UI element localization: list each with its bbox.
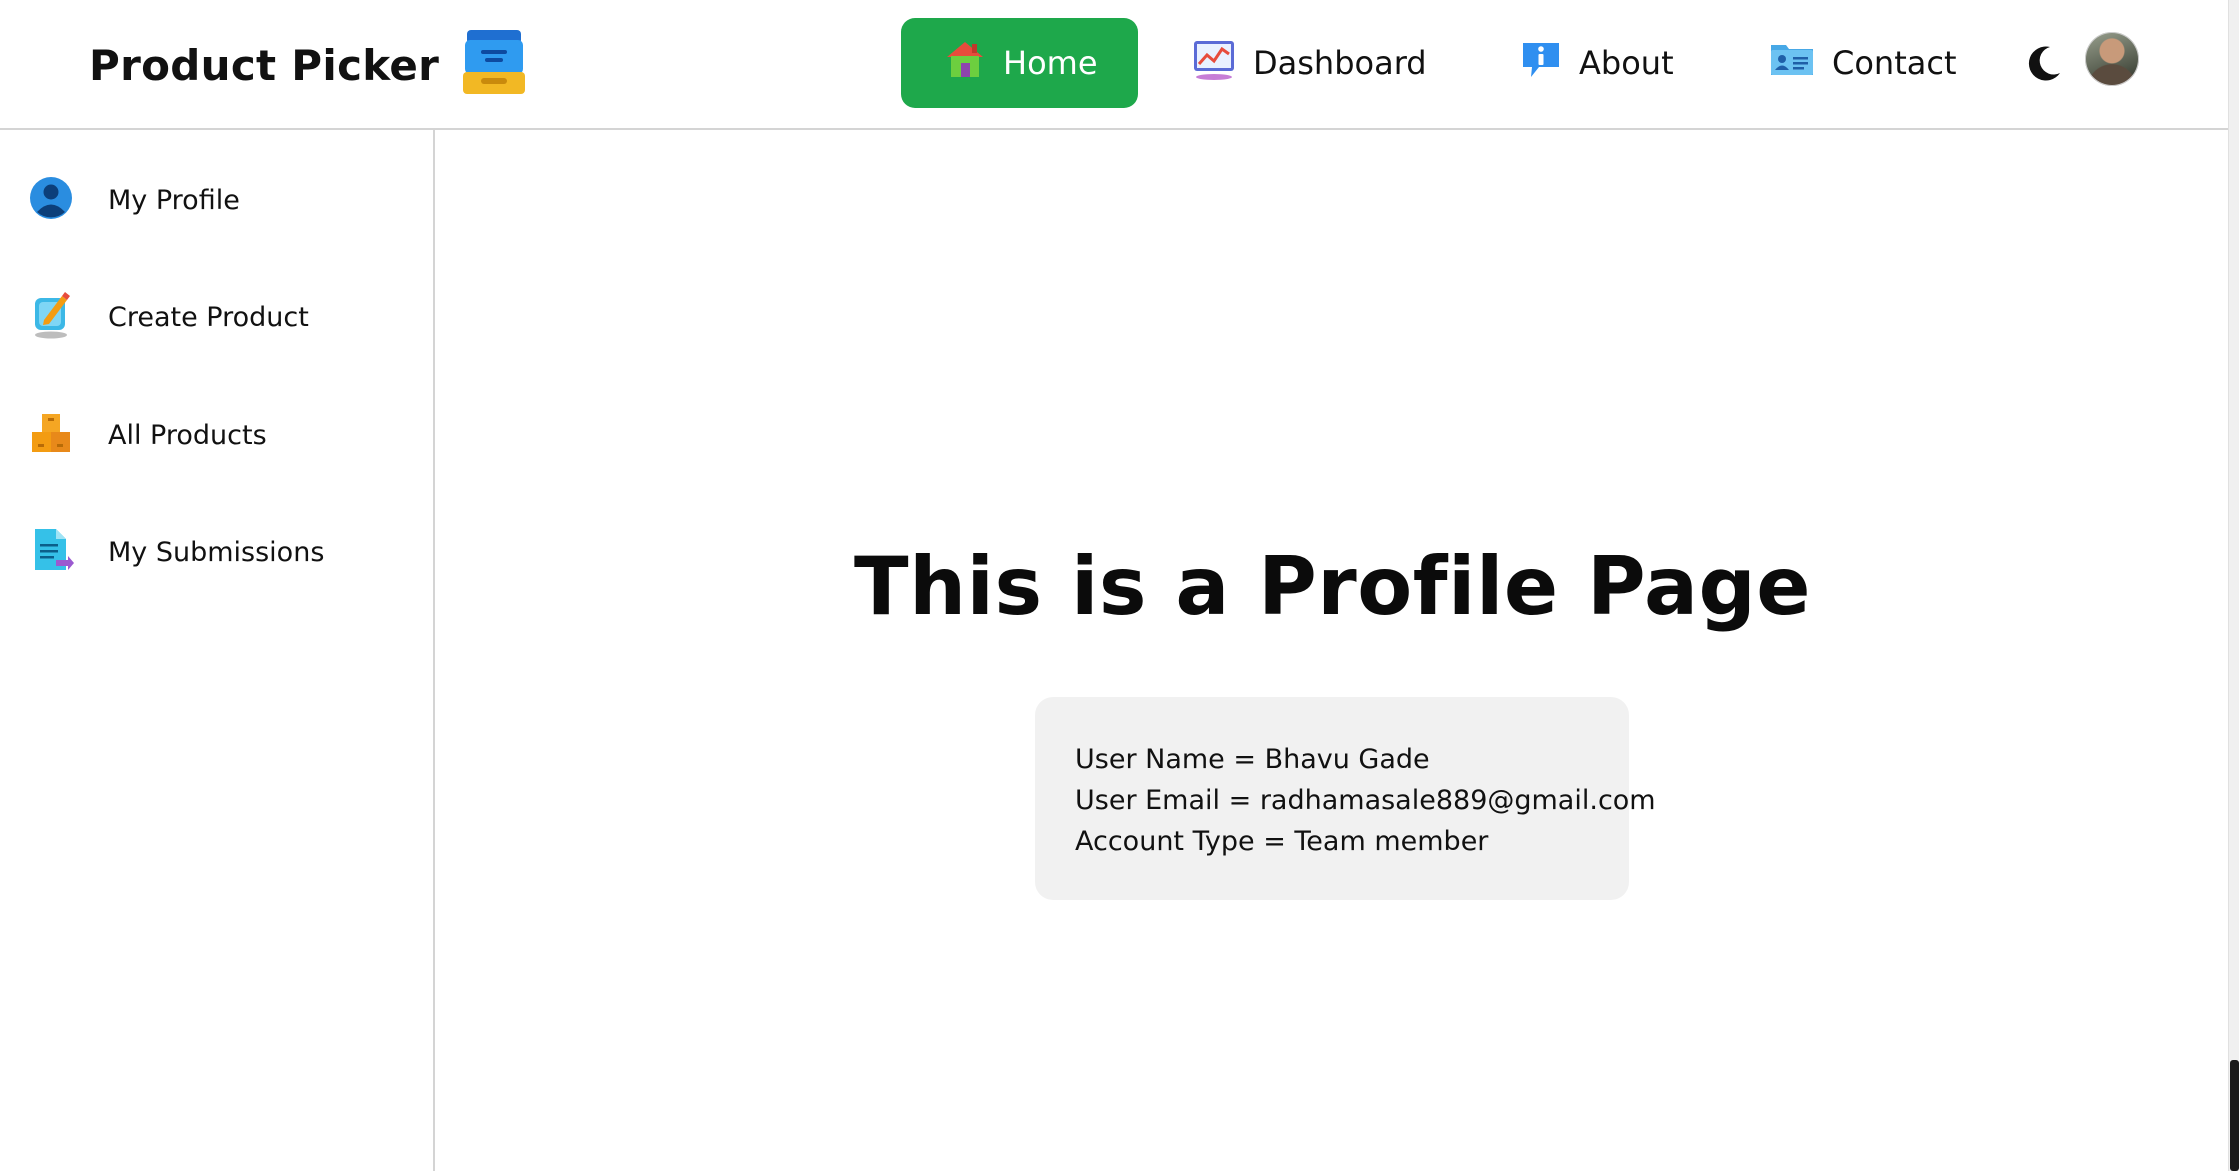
sidebar-item-my-profile[interactable]: My Profile [28, 170, 418, 230]
nav-contact-label: Contact [1832, 44, 1957, 82]
sidebar-item-label: My Submissions [108, 536, 325, 568]
top-navbar: Product Picker Home Dashboard About Cont… [0, 0, 2228, 130]
nav-contact[interactable]: Contact [1768, 18, 1957, 108]
brand-title: Product Picker [89, 40, 440, 90]
document-icon [28, 526, 74, 578]
user-name-text: User Name = Bhavu Gade [1075, 744, 1430, 775]
scrollbar-thumb[interactable] [2230, 1060, 2239, 1171]
user-icon [28, 175, 74, 225]
sidebar-item-label: All Products [108, 419, 267, 451]
page-title: This is a Profile Page [854, 540, 1811, 633]
nav-dashboard[interactable]: Dashboard [1191, 18, 1427, 108]
nav-dashboard-label: Dashboard [1253, 44, 1427, 82]
vertical-scrollbar[interactable] [2228, 0, 2239, 1171]
nav-about-label: About [1579, 44, 1674, 82]
moon-icon[interactable] [2024, 43, 2064, 83]
house-icon [943, 37, 987, 89]
sidebar-item-label: Create Product [108, 301, 309, 333]
sidebar-item-create-product[interactable]: Create Product [28, 287, 418, 347]
brand[interactable]: Product Picker [89, 30, 527, 100]
chart-icon [1191, 37, 1237, 89]
nav-home[interactable]: Home [901, 18, 1138, 108]
sidebar-item-my-submissions[interactable]: My Submissions [28, 522, 418, 582]
nav-home-label: Home [1003, 44, 1098, 82]
edit-pencil-icon [28, 290, 74, 344]
sidebar-item-label: My Profile [108, 184, 240, 216]
account-type-text: Account Type = Team member [1075, 826, 1489, 857]
sidebar: My Profile Create Product All Products M… [0, 130, 435, 1171]
sidebar-item-all-products[interactable]: All Products [28, 405, 418, 465]
profile-info-card: User Name = Bhavu Gade User Email = radh… [1035, 697, 1656, 900]
user-email-text: User Email = radhamasale889@gmail.com [1075, 785, 1656, 816]
boxes-icon [28, 410, 74, 460]
info-icon [1519, 37, 1563, 89]
contact-card-icon [1768, 37, 1816, 89]
avatar[interactable] [2085, 32, 2139, 86]
nav-about[interactable]: About [1519, 18, 1674, 108]
file-cabinet-icon [461, 28, 527, 102]
